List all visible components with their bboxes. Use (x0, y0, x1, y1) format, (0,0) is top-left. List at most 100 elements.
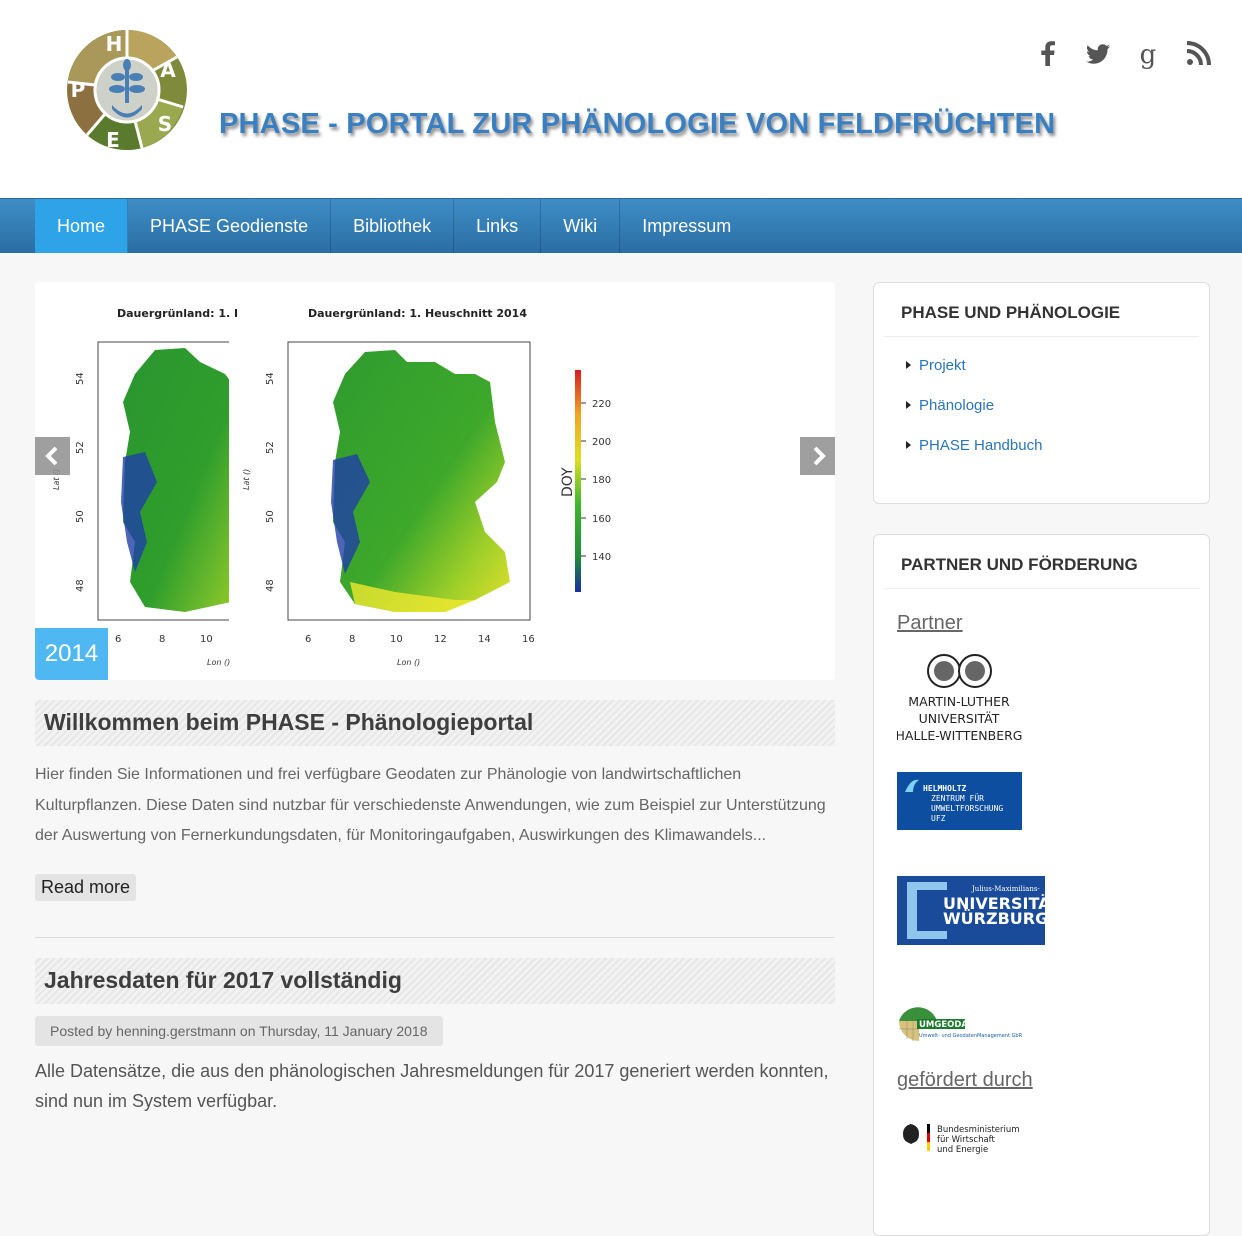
y-tick-48-left: 48 (75, 579, 86, 592)
x-tick-6-left: 6 (115, 634, 121, 645)
meta-on: on (239, 1022, 256, 1039)
link-phase-handbuch[interactable]: PHASE Handbuch (919, 437, 1042, 454)
umgeodat-sub: Umwelt- und GeodatenManagement GbR (919, 1033, 1023, 1039)
colorbar-tick-200: 200 (592, 437, 611, 448)
google-plus-icon[interactable]: g (1130, 36, 1166, 72)
x-axis-label-right: Lon () (397, 658, 420, 667)
block-partner-und-foerderung: PARTNER UND FÖRDERUNG Partner MARTIN-LUT… (873, 534, 1210, 1236)
nav-bibliothek[interactable]: Bibliothek (331, 199, 455, 253)
x-tick-8-left: 8 (159, 634, 165, 645)
ufz-line3: UMWELTFORSCHUNG (931, 804, 1003, 813)
block-phase-und-phaenologie: PHASE UND PHÄNOLOGIE Projekt Phänologie … (873, 282, 1210, 504)
ufz-line2: ZENTRUM FÜR (931, 793, 984, 803)
post-welcome: Willkommen beim PHASE - Phänologieportal… (35, 700, 835, 938)
umgeodat-logo[interactable]: UMGEODAT Umwelt- und GeodatenManagement … (897, 999, 1027, 1043)
y-tick-52-left: 52 (75, 441, 86, 454)
colorbar-tick-160: 160 (592, 514, 611, 525)
post-body-welcome: Hier finden Sie Informationen und frei v… (35, 766, 826, 844)
y-tick-50-left: 50 (75, 510, 86, 523)
x-tick-10-right: 10 (390, 634, 403, 645)
post-author[interactable]: henning.gerstmann (116, 1023, 236, 1039)
main-navigation: Home PHASE Geodienste Bibliothek Links W… (0, 198, 1242, 253)
site-header: H A S E P PHASE - PORTAL ZUR PHÄNOLOGIE … (0, 0, 1242, 198)
y-tick-52-right: 52 (265, 441, 276, 454)
svg-text:g: g (1140, 40, 1157, 70)
bmwi-line1: Bundesministerium (937, 1125, 1020, 1135)
x-tick-16-right: 16 (522, 634, 535, 645)
umgeodat-name: UMGEODAT (919, 1020, 973, 1030)
post-meta: Posted by henning.gerstmann on Thursday,… (35, 1015, 443, 1046)
image-slider[interactable]: Dauergrünland: 1. I 54 52 50 48 6 8 10 L… (35, 282, 835, 680)
y-tick-54-right: 54 (265, 372, 276, 385)
main-content: Dauergrünland: 1. I 54 52 50 48 6 8 10 L… (35, 282, 835, 1116)
block-title-partner: PARTNER UND FÖRDERUNG (884, 535, 1199, 589)
logo-letter-h: H (106, 32, 123, 56)
slider-next-button[interactable] (800, 437, 835, 475)
wue-small: Julius-Maximilians- (971, 885, 1040, 893)
nav-impressum[interactable]: Impressum (620, 199, 753, 253)
site-title[interactable]: PHASE - PORTAL ZUR PHÄNOLOGIE VON FELDFR… (219, 108, 1055, 141)
post-jahresdaten: Jahresdaten für 2017 vollständig Posted … (35, 957, 835, 1116)
y-tick-48-right: 48 (265, 579, 276, 592)
bmwi-logo[interactable]: Bundesministerium für Wirtschaft und Ene… (897, 1122, 1027, 1162)
ufz-line1: HELMHOLTZ (923, 784, 967, 793)
sidebar-item-phaenologie: Phänologie (906, 395, 1199, 435)
y-axis-label-right: Lat () (242, 469, 251, 490)
phenology-map-image: Dauergrünland: 1. I 54 52 50 48 6 8 10 L… (52, 307, 611, 667)
map-title-left: Dauergrünland: 1. I (117, 307, 238, 320)
sidebar: PHASE UND PHÄNOLOGIE Projekt Phänologie … (873, 282, 1210, 1236)
x-tick-12-right: 12 (434, 634, 447, 645)
map-title-right: Dauergrünland: 1. Heuschnitt 2014 (308, 307, 527, 320)
phase-logo[interactable]: H A S E P (62, 27, 192, 153)
slider-prev-button[interactable] (35, 437, 70, 475)
slide-caption[interactable]: 2014 (35, 628, 108, 680)
chevron-left-icon (45, 446, 58, 466)
funded-heading[interactable]: gefördert durch (897, 1069, 1199, 1092)
link-phaenologie[interactable]: Phänologie (919, 397, 994, 414)
mlu-logo[interactable]: MARTIN-LUTHER UNIVERSITÄT HALLE-WITTENBE… (896, 653, 1037, 750)
sidebar-item-handbuch: PHASE Handbuch (906, 435, 1199, 475)
link-projekt[interactable]: Projekt (919, 357, 966, 374)
chevron-right-icon (813, 446, 826, 466)
rss-icon[interactable] (1180, 36, 1216, 72)
post-title-jahresdaten[interactable]: Jahresdaten für 2017 vollständig (35, 957, 835, 1004)
post-body-jahresdaten: Alle Datensätze, die aus den phänologisc… (35, 1060, 829, 1111)
logo-letter-s: S (158, 112, 172, 136)
bmwi-line2: für Wirtschaft (937, 1135, 996, 1145)
mlu-line2: UNIVERSITÄT (919, 711, 1000, 726)
post-title-welcome[interactable]: Willkommen beim PHASE - Phänologieportal (35, 700, 835, 746)
mlu-line3: HALLE-WITTENBERG (897, 728, 1022, 743)
nav-home[interactable]: Home (35, 199, 129, 253)
logo-letter-p: P (71, 78, 86, 102)
post-date: Thursday, 11 January 2018 (259, 1022, 428, 1039)
colorbar-tick-180: 180 (592, 475, 611, 486)
y-tick-54-left: 54 (75, 372, 86, 385)
bmwi-line3: und Energie (937, 1145, 988, 1155)
x-tick-10-left: 10 (200, 634, 213, 645)
twitter-icon[interactable] (1080, 36, 1116, 72)
ufz-logo[interactable]: HELMHOLTZ ZENTRUM FÜR UMWELTFORSCHUNG UF… (897, 772, 1022, 830)
partner-heading[interactable]: Partner (897, 612, 1199, 635)
colorbar-tick-140: 140 (592, 552, 611, 563)
post-separator (35, 936, 835, 938)
mlu-line1: MARTIN-LUTHER (908, 694, 1010, 709)
x-tick-14-right: 14 (478, 634, 491, 645)
sidebar-item-projekt: Projekt (906, 355, 1199, 395)
social-links: g (1030, 36, 1216, 72)
colorbar-tick-220: 220 (592, 399, 611, 410)
nav-phase-geodienste[interactable]: PHASE Geodienste (128, 199, 332, 253)
wue-line2: WÜRZBURG (943, 909, 1045, 928)
colorbar-label: DOY (560, 467, 576, 497)
wuerzburg-logo[interactable]: Julius-Maximilians- UNIVERSITÄT WÜRZBURG (897, 876, 1045, 945)
read-more-button[interactable]: Read more (35, 873, 137, 901)
block-title-phase: PHASE UND PHÄNOLOGIE (884, 283, 1199, 337)
facebook-icon[interactable] (1030, 36, 1066, 72)
x-axis-label-left: Lon () (207, 658, 230, 667)
meta-prefix: Posted by (50, 1022, 113, 1039)
y-tick-50-right: 50 (265, 510, 276, 523)
nav-links[interactable]: Links (454, 199, 542, 253)
nav-wiki[interactable]: Wiki (541, 199, 621, 253)
ufz-line4: UFZ (931, 814, 946, 823)
x-tick-8-right: 8 (349, 634, 355, 645)
x-tick-6-right: 6 (305, 634, 311, 645)
